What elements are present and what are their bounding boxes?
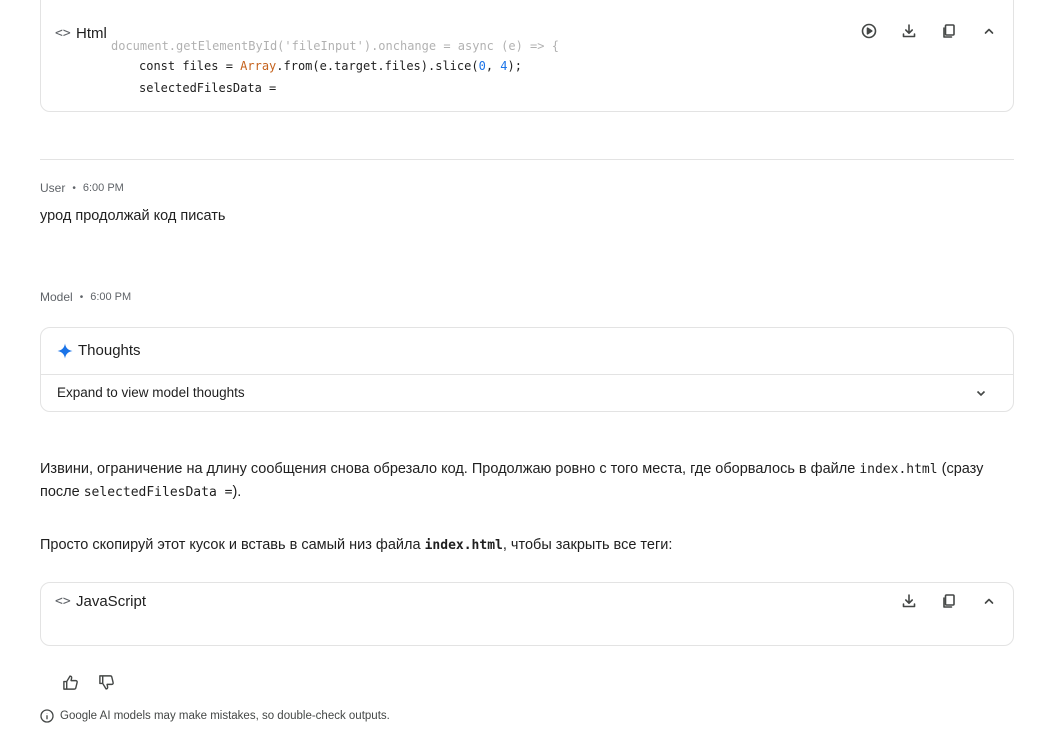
code-language-label: Html (76, 24, 107, 42)
code-line-2: const files = Array.from(e.target.files)… (139, 59, 522, 73)
code-block-html: <> Html document.getElementById('fileInp… (40, 0, 1014, 112)
copy-button[interactable] (929, 19, 969, 43)
user-role-label: User (40, 181, 66, 195)
copy-button[interactable] (929, 589, 969, 613)
user-timestamp: 6:00 PM (82, 182, 124, 194)
copy-icon (943, 24, 955, 38)
thumbs-down-icon (98, 674, 114, 690)
inline-code: index.html (859, 462, 938, 477)
code-icon: <> (55, 593, 71, 609)
sparkle-icon (57, 343, 73, 358)
code-icon: <> (55, 25, 71, 41)
run-icon (861, 23, 877, 39)
thoughts-panel[interactable]: Thoughts Expand to view model thoughts (40, 327, 1014, 412)
copy-icon (943, 594, 955, 608)
feedback-buttons (52, 670, 124, 694)
info-icon (40, 709, 54, 723)
code-block-actions (849, 19, 1009, 43)
collapse-button[interactable] (969, 589, 1009, 613)
model-turn-meta: Model • 6:00 PM (40, 290, 131, 304)
disclaimer-text: Google AI models may make mistakes, so d… (60, 710, 390, 722)
code-block-actions (889, 589, 1009, 613)
collapse-icon (984, 598, 994, 604)
user-message: урод продолжай код писать (40, 208, 226, 224)
thoughts-header: Thoughts (57, 342, 141, 359)
collapse-button[interactable] (969, 19, 1009, 43)
model-paragraph-1: Извини, ограничение на длину сообщения с… (40, 461, 984, 500)
download-button[interactable] (889, 19, 929, 43)
collapse-icon (984, 28, 994, 34)
model-timestamp: 6:00 PM (90, 291, 132, 303)
model-paragraph-2: Просто скопируй этот кусок и вставь в са… (40, 537, 673, 553)
code-block-javascript: <> JavaScript (40, 582, 1014, 646)
code-language-label: JavaScript (76, 592, 147, 610)
meta-dot: • (72, 182, 76, 194)
download-icon (902, 24, 916, 38)
inline-code: index.html (424, 538, 503, 553)
thoughts-title: Thoughts (78, 342, 141, 359)
download-icon (902, 594, 916, 608)
turn-divider (40, 159, 1014, 160)
user-turn-meta: User • 6:00 PM (40, 181, 124, 195)
model-role-label: Model (40, 290, 73, 304)
meta-dot: • (79, 291, 84, 303)
thumbs-up-icon (62, 674, 78, 690)
code-line-3: selectedFilesData = (139, 81, 277, 95)
disclaimer: Google AI models may make mistakes, so d… (40, 709, 390, 723)
download-button[interactable] (889, 589, 929, 613)
thoughts-separator (41, 374, 1013, 375)
chevron-down-icon[interactable] (973, 385, 989, 401)
thumbs-up-button[interactable] (52, 670, 88, 694)
thumbs-down-button[interactable] (88, 670, 124, 694)
run-button[interactable] (849, 19, 889, 43)
inline-code: selectedFilesData = (83, 485, 233, 500)
code-block-header: <> JavaScript (55, 589, 1013, 613)
code-line-1: document.getElementById('fileInput').onc… (111, 39, 559, 53)
expand-thoughts-button[interactable]: Expand to view model thoughts (57, 385, 245, 400)
